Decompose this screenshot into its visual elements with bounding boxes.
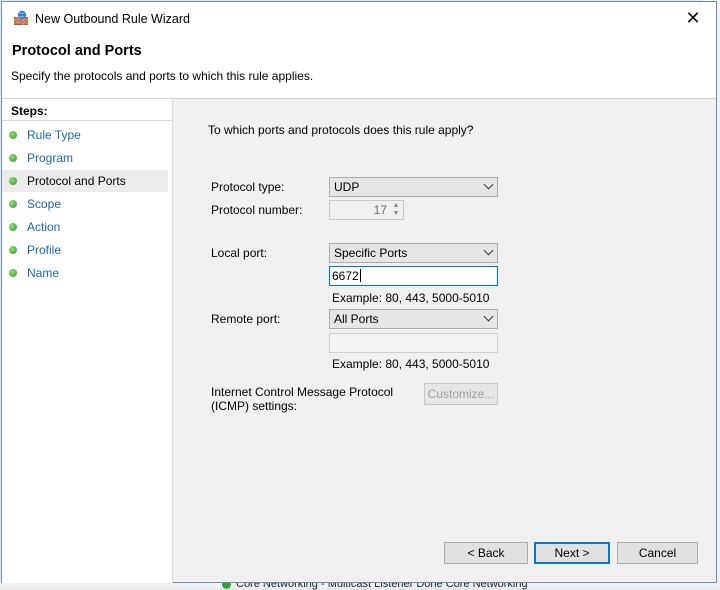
step-label: Scope [27, 197, 62, 211]
question-text: To which ports and protocols does this r… [208, 123, 474, 137]
chevron-down-icon [483, 179, 494, 190]
local-port-example: Example: 80, 443, 5000-5010 [332, 291, 490, 305]
close-icon: ✕ [685, 7, 701, 28]
local-port-input[interactable]: 6672 [329, 266, 498, 286]
step-status-icon [9, 131, 17, 139]
steps-heading: Steps: [11, 104, 48, 118]
protocol-type-dropdown[interactable]: UDP [329, 177, 498, 197]
remote-port-input [329, 333, 498, 353]
title-bar[interactable]: New Outbound Rule Wizard ✕ [2, 2, 716, 34]
content-panel: To which ports and protocols does this r… [173, 99, 717, 583]
close-button[interactable]: ✕ [670, 2, 716, 34]
icmp-label-line1: Internet Control Message Protocol [211, 385, 394, 399]
step-label: Profile [27, 243, 62, 257]
step-protocol-and-ports: Protocol and Ports [2, 170, 168, 192]
step-status-icon [9, 154, 17, 162]
text-caret [359, 269, 361, 282]
step-label: Protocol and Ports [27, 174, 126, 188]
remote-port-example: Example: 80, 443, 5000-5010 [332, 357, 490, 371]
local-port-input-value: 6672 [332, 269, 359, 283]
remote-port-dropdown[interactable]: All Ports [329, 309, 498, 329]
step-label: Rule Type [27, 128, 81, 142]
step-label: Name [27, 266, 60, 280]
remote-port-mode-value: All Ports [334, 312, 379, 326]
step-status-icon [9, 269, 17, 277]
customize-button: Customize... [424, 383, 498, 405]
step-status-icon [9, 223, 17, 231]
step-profile[interactable]: Profile [2, 239, 168, 261]
cancel-button[interactable]: Cancel [617, 542, 698, 564]
step-program[interactable]: Program [2, 147, 168, 169]
remote-port-label: Remote port: [211, 312, 281, 326]
firewall-icon [14, 10, 28, 25]
page-title: Protocol and Ports [12, 43, 142, 59]
stepper-buttons: ▲ ▼ [390, 202, 402, 218]
step-label: Action [27, 220, 61, 234]
step-rule-type[interactable]: Rule Type [2, 124, 168, 146]
chevron-up-icon: ▲ [392, 202, 400, 209]
step-status-icon [9, 177, 17, 185]
local-port-mode-value: Specific Ports [334, 246, 408, 260]
wizard-window: New Outbound Rule Wizard ✕ Protocol and … [1, 1, 717, 583]
protocol-type-value: UDP [334, 180, 360, 194]
local-port-label: Local port: [211, 246, 268, 260]
chevron-down-icon [483, 245, 494, 256]
local-port-dropdown[interactable]: Specific Ports [329, 243, 498, 263]
step-status-icon [9, 246, 17, 254]
protocol-type-label: Protocol type: [211, 180, 285, 194]
page-subtitle: Specify the protocols and ports to which… [11, 69, 314, 83]
step-action[interactable]: Action [2, 216, 168, 238]
step-status-icon [9, 200, 17, 208]
step-label: Program [27, 151, 74, 165]
next-button[interactable]: Next > [534, 542, 610, 564]
back-button[interactable]: < Back [444, 542, 528, 564]
steps-divider [2, 120, 172, 121]
step-scope[interactable]: Scope [2, 193, 168, 215]
step-name[interactable]: Name [2, 262, 168, 284]
page-header: Protocol and Ports Specify the protocols… [2, 34, 716, 99]
steps-panel: Steps: Rule Type Program Protocol and Po… [2, 99, 173, 583]
window-title: New Outbound Rule Wizard [35, 12, 190, 26]
protocol-number-value: 17 [373, 203, 387, 217]
chevron-down-icon [483, 311, 494, 322]
chevron-down-icon: ▼ [392, 210, 400, 217]
icmp-label-line2: (ICMP) settings: [211, 399, 298, 413]
protocol-number-stepper: 17 ▲ ▼ [329, 200, 404, 220]
protocol-number-label: Protocol number: [211, 203, 303, 217]
